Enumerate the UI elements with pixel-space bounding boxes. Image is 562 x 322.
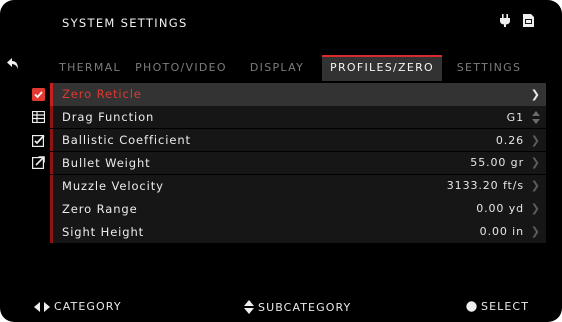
reticle-check-icon	[31, 87, 45, 101]
button-hints-bar: CATEGORY SUBCATEGORY SELECT	[0, 300, 562, 320]
tab-thermal[interactable]: THERMAL	[50, 55, 130, 81]
chevron-right-icon: ❯	[530, 133, 540, 147]
row-value: G1	[506, 110, 524, 124]
up-down-arrows-icon[interactable]	[532, 110, 540, 124]
row-label: Drag Function	[62, 110, 155, 125]
hint-subcategory: SUBCATEGORY	[244, 300, 351, 314]
back-arrow-icon[interactable]	[6, 57, 20, 70]
up-down-arrows-icon	[244, 300, 254, 314]
device-screen: SYSTEM SETTINGS THERMAL PHOTO/VIDEO DISP…	[0, 0, 562, 322]
power-plug-icon	[500, 14, 510, 27]
hint-select: SELECT	[466, 300, 529, 313]
page-title: SYSTEM SETTINGS	[62, 16, 188, 30]
settings-row-ballistic-coefficient[interactable]: Ballistic Coefficient 0.26 ❯	[28, 128, 546, 152]
select-button-icon	[466, 301, 477, 312]
settings-row-bullet-weight[interactable]: Bullet Weight 55.00 gr ❯	[28, 151, 546, 175]
settings-row-muzzle-velocity[interactable]: Muzzle Velocity 3133.20 ft/s ❯	[28, 174, 546, 198]
tab-display[interactable]: DISPLAY	[232, 55, 322, 81]
chevron-right-icon: ❯	[530, 225, 540, 239]
chevron-right-icon: ❯	[530, 156, 540, 170]
edit-check-icon	[31, 134, 45, 147]
row-value: 0.26	[495, 133, 524, 147]
row-label: Muzzle Velocity	[62, 178, 164, 193]
settings-row-drag-function[interactable]: Drag Function G1	[28, 105, 546, 129]
hint-category: CATEGORY	[34, 300, 122, 313]
table-icon	[31, 111, 45, 124]
left-right-arrows-icon	[34, 301, 50, 312]
hint-category-label: CATEGORY	[54, 300, 122, 313]
chevron-right-icon: ❯	[530, 202, 540, 216]
row-label: Bullet Weight	[62, 155, 151, 170]
tab-settings[interactable]: SETTINGS	[442, 55, 536, 81]
hint-select-label: SELECT	[481, 300, 530, 313]
row-label: Sight Height	[62, 224, 145, 239]
chevron-right-icon: ❯	[530, 87, 540, 101]
status-icons	[499, 14, 534, 27]
row-label: Ballistic Coefficient	[62, 133, 191, 148]
row-value: 0.00 yd	[476, 202, 524, 216]
category-tabs: THERMAL PHOTO/VIDEO DISPLAY PROFILES/ZER…	[50, 55, 540, 81]
tab-photo-video[interactable]: PHOTO/VIDEO	[130, 55, 232, 81]
row-label: Zero Range	[62, 201, 138, 216]
row-value: 0.00 in	[479, 225, 524, 239]
tab-profiles-zero[interactable]: PROFILES/ZERO	[322, 55, 442, 81]
row-value: 3133.20 ft/s	[446, 179, 524, 193]
sd-card-icon	[523, 14, 534, 27]
export-icon	[31, 156, 45, 170]
settings-row-sight-height[interactable]: Sight Height 0.00 in ❯	[28, 220, 546, 243]
settings-row-zero-range[interactable]: Zero Range 0.00 yd ❯	[28, 197, 546, 221]
chevron-right-icon: ❯	[530, 179, 540, 193]
row-label: Zero Reticle	[62, 87, 142, 102]
row-value: 55.00 gr	[470, 156, 524, 170]
hint-subcategory-label: SUBCATEGORY	[258, 300, 352, 314]
settings-list: Zero Reticle ❯ Drag Function G1 Ballisti…	[28, 83, 546, 243]
settings-row-zero-reticle[interactable]: Zero Reticle ❯	[28, 83, 546, 106]
